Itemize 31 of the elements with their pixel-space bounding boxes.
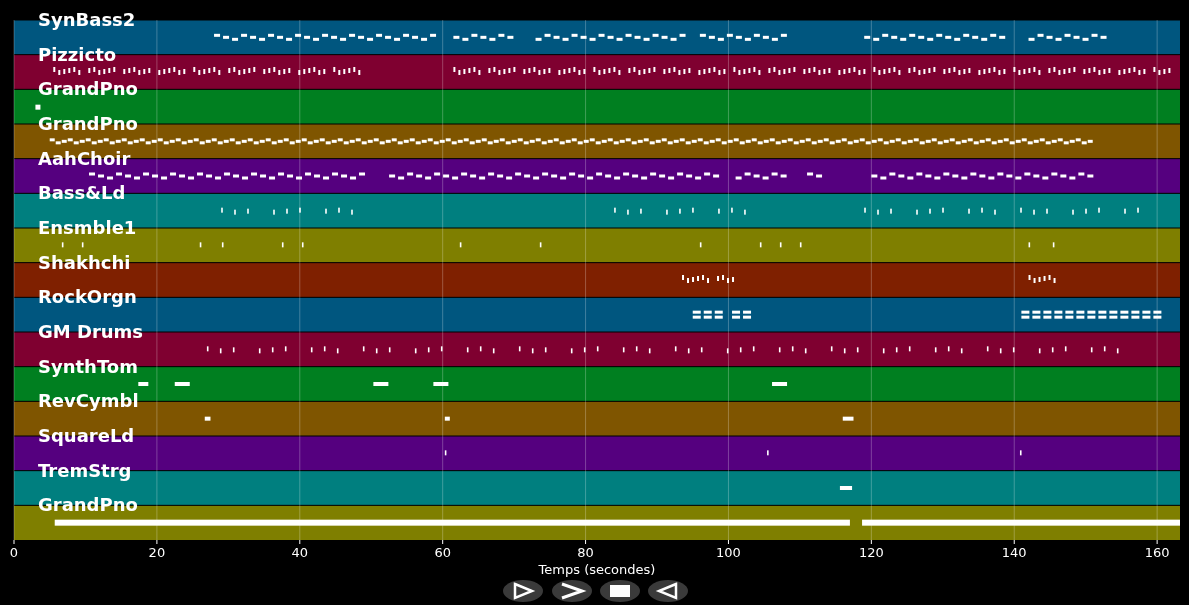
tick-label: 100 [716,545,741,560]
axis-label: Temps (secondes) [538,562,656,577]
next-button[interactable] [552,580,592,602]
tick-label: 60 [434,545,451,560]
track-label: TremStrg [38,459,132,481]
tick-label: 160 [1144,545,1170,560]
track-label: Bass&Ld [38,182,126,204]
track-label: SynBass2 [38,9,136,30]
play-button[interactable] [503,580,543,602]
track-label: GrandPno [38,494,138,516]
track-label: RevCymbl [38,390,139,412]
tick-label: 80 [577,545,594,560]
track-label: GrandPno [38,78,138,100]
tick-label: 140 [1001,545,1027,560]
track-label: GM Drums [38,321,144,342]
track-label: SquareLd [38,425,135,446]
stop-button[interactable] [600,580,640,602]
note-marks-drawing [35,104,41,110]
track-label: GrandPno [38,113,138,134]
tick-label: 120 [858,545,884,560]
track-label: Pizzicto [38,43,117,65]
tick-label: 20 [148,545,166,560]
track-label: RockOrgn [38,286,137,308]
track-label: SynthTom [38,355,138,377]
back-button[interactable] [648,580,688,602]
note-marks-drawing [839,486,853,490]
track-label: Shakhchi [38,251,131,273]
tick-label: 40 [291,545,309,560]
tick-label: 0 [9,545,19,560]
track-label: AahChoir [38,147,131,169]
track-label: Ensmble1 [38,217,137,238]
